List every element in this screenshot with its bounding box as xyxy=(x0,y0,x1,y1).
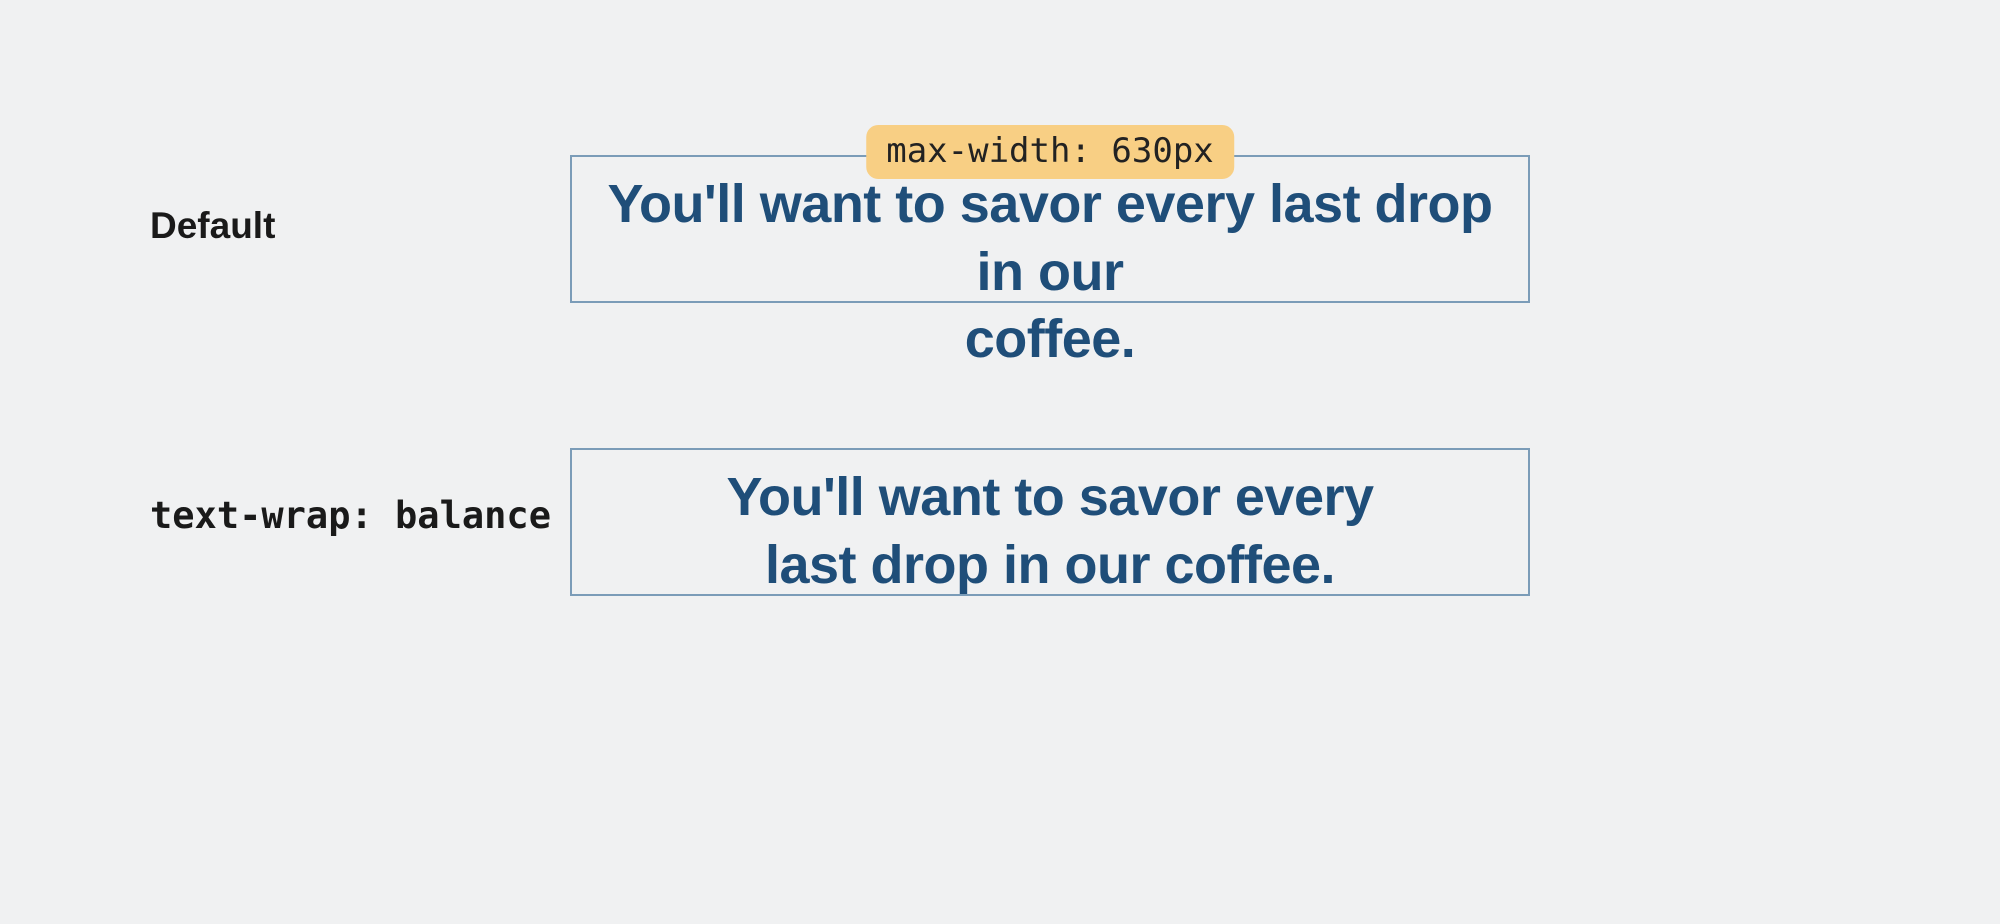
headline-box: max-width: 630px You'll want to savor ev… xyxy=(570,155,1530,303)
example-label: Default xyxy=(150,205,275,247)
headline-line-1: You'll want to savor every xyxy=(726,467,1373,527)
width-badge: max-width: 630px xyxy=(866,125,1234,179)
headline-box: You'll want to savor every last drop in … xyxy=(570,448,1530,596)
headline-line-2: coffee. xyxy=(965,309,1136,369)
headline-line-1: You'll want to savor every last drop in … xyxy=(607,174,1492,302)
headline-text: You'll want to savor every last drop in … xyxy=(590,171,1510,374)
example-label: text-wrap: balance xyxy=(150,494,551,537)
headline-text: You'll want to savor every last drop in … xyxy=(590,464,1510,599)
headline-line-2: last drop in our coffee. xyxy=(765,535,1335,595)
